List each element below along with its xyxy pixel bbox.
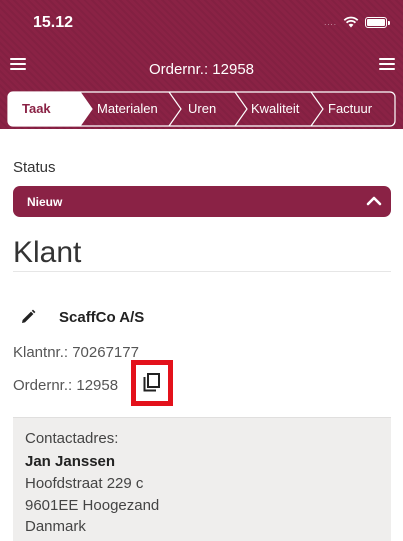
wifi-icon [343, 16, 359, 28]
order-number: Ordernr.: 12958 [13, 377, 118, 394]
klant-number-value: 70267177 [72, 344, 139, 361]
more-menu-icon[interactable] [379, 58, 395, 72]
status-label: Status [13, 159, 56, 176]
order-number-value: 12958 [76, 377, 119, 394]
divider [13, 271, 391, 272]
chevron-up-icon [366, 196, 382, 206]
app-header: 15.12 .... Ordernr.: 12958 Taak Material… [0, 0, 403, 129]
tab-uren[interactable]: Uren [188, 101, 216, 116]
status-icons: .... [324, 15, 390, 29]
contact-name: Jan Janssen [25, 453, 116, 470]
section-title-klant: Klant [13, 236, 82, 269]
contact-city: 9601EE Hoogezand [25, 497, 160, 514]
pencil-icon[interactable] [20, 309, 36, 325]
status-dropdown[interactable]: Nieuw [13, 186, 391, 217]
company-name: ScaffCo A/S [59, 309, 145, 326]
contact-label: Contactadres: [25, 430, 119, 447]
page-title: Ordernr.: 12958 [148, 61, 255, 78]
tab-factuur[interactable]: Factuur [328, 101, 372, 116]
tab-kwaliteit[interactable]: Kwaliteit [251, 101, 299, 116]
signal-icon: .... [324, 17, 337, 27]
copy-button[interactable] [131, 360, 173, 406]
app-bar: Ordernr.: 12958 [0, 50, 403, 88]
tab-taak[interactable]: Taak [22, 101, 51, 116]
battery-icon [365, 16, 390, 28]
contact-street: Hoofdstraat 229 c [25, 475, 144, 492]
klant-number-label: Klantnr.: [13, 344, 69, 361]
contact-country: Danmark [25, 518, 86, 535]
tab-materialen[interactable]: Materialen [97, 101, 158, 116]
order-number-label: Ordernr.: [13, 377, 73, 394]
status-value: Nieuw [27, 195, 63, 209]
contact-card: Contactadres: Jan Janssen Hoofdstraat 22… [13, 417, 391, 541]
status-time: 15.12 [33, 14, 74, 31]
klant-number: Klantnr.: 70267177 [13, 344, 139, 361]
status-bar: 15.12 .... [0, 0, 403, 44]
copy-icon [143, 373, 160, 392]
tab-bar: Taak Materialen Uren Kwaliteit Factuur [7, 91, 396, 127]
